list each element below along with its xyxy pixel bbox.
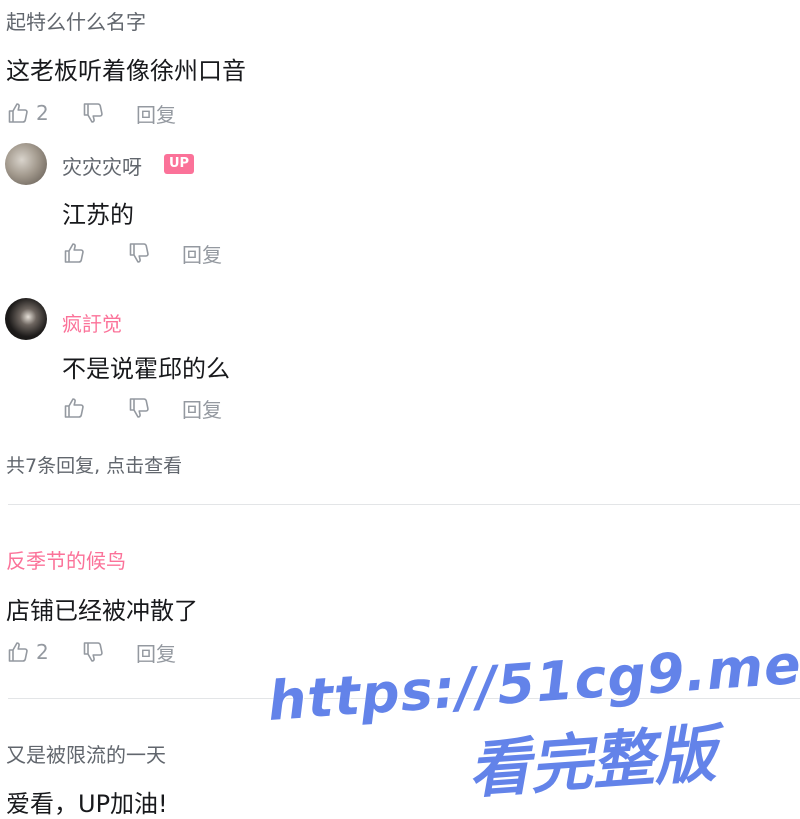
avatar[interactable] <box>5 298 47 340</box>
comment-actions: 2 回复 <box>6 637 176 667</box>
like-button[interactable] <box>62 241 127 265</box>
view-more-replies-link[interactable]: 共7条回复, 点击查看 <box>6 451 182 478</box>
reply-username[interactable]: 灾灾灾呀 <box>62 151 142 180</box>
comment-username[interactable]: 又是被限流的一天 <box>6 739 166 768</box>
dislike-button[interactable] <box>127 396 182 420</box>
comment-username[interactable]: 反季节的候鸟 <box>6 545 126 574</box>
reply-actions: 回复 <box>62 393 222 423</box>
like-count: 2 <box>36 101 49 125</box>
thumb-up-icon <box>62 396 86 420</box>
comment-username[interactable]: 起特么什么名字 <box>6 6 146 35</box>
watermark-caption: 看完整版 <box>465 716 719 807</box>
dislike-button[interactable] <box>81 640 136 664</box>
avatar[interactable] <box>5 143 47 185</box>
reply-actions: 回复 <box>62 238 222 268</box>
thumb-down-icon <box>81 101 105 125</box>
reply-text: 江苏的 <box>62 201 134 229</box>
reply-button[interactable]: 回复 <box>136 99 176 128</box>
like-button[interactable] <box>62 396 127 420</box>
thumb-up-icon <box>62 241 86 265</box>
reply-username[interactable]: 疯訏觉 <box>62 308 122 337</box>
like-count: 2 <box>36 640 49 664</box>
thumb-down-icon <box>127 396 151 420</box>
thumb-up-icon <box>6 640 30 664</box>
comment-actions: 2 回复 <box>6 98 176 128</box>
dislike-button[interactable] <box>127 241 182 265</box>
reply-button[interactable]: 回复 <box>182 394 222 423</box>
reply-button[interactable]: 回复 <box>136 638 176 667</box>
thumb-down-icon <box>127 241 151 265</box>
thumb-down-icon <box>81 640 105 664</box>
reply-button[interactable]: 回复 <box>182 239 222 268</box>
comment-text: 这老板听着像徐州口音 <box>6 57 246 85</box>
dislike-button[interactable] <box>81 101 136 125</box>
comment-text: 爱看，UP加油! <box>6 790 168 818</box>
reply-text: 不是说霍邱的么 <box>62 355 230 383</box>
like-button[interactable]: 2 <box>6 101 81 125</box>
thumb-up-icon <box>6 101 30 125</box>
comment-text: 店铺已经被冲散了 <box>6 597 198 625</box>
divider <box>8 504 800 505</box>
like-button[interactable]: 2 <box>6 640 81 664</box>
up-badge: UP <box>164 154 195 174</box>
